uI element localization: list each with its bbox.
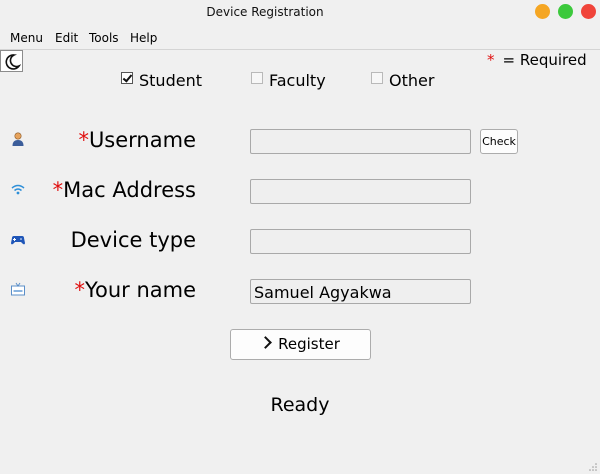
required-note: * = Required: [487, 51, 587, 69]
wifi-icon: [11, 184, 25, 195]
menu-item-tools[interactable]: Tools: [89, 31, 119, 45]
checkbox-box[interactable]: [121, 72, 133, 84]
username-label-text: Username: [88, 128, 196, 152]
required-note-text: = Required: [502, 51, 587, 69]
your-name-input[interactable]: Samuel Agyakwa: [250, 279, 471, 304]
mac-address-label: *Mac Address: [53, 178, 196, 202]
checkbox-label: Faculty: [269, 71, 326, 90]
mac-address-input[interactable]: [250, 179, 471, 204]
check-button[interactable]: Check: [480, 129, 518, 154]
mac-address-label-text: Mac Address: [63, 178, 196, 202]
device-type-input[interactable]: [250, 229, 471, 254]
theme-toggle-button[interactable]: [0, 50, 23, 72]
close-button[interactable]: [581, 4, 596, 19]
gamepad-icon: [11, 236, 25, 245]
checkbox-label: Student: [139, 71, 202, 90]
moon-icon: [5, 54, 21, 70]
window-title: Device Registration: [206, 5, 324, 19]
your-name-label: *Your name: [74, 278, 196, 302]
title-bar: Device Registration: [0, 0, 600, 28]
required-star: *: [74, 278, 85, 302]
resize-grip-icon[interactable]: [588, 462, 598, 472]
checkbox-label: Other: [389, 71, 435, 90]
user-icon: [12, 132, 24, 146]
username-input[interactable]: [250, 129, 471, 154]
menu-item-help[interactable]: Help: [130, 31, 157, 45]
status-text: Ready: [270, 394, 330, 416]
your-name-label-text: Your name: [84, 278, 196, 302]
device-type-label: Device type: [71, 228, 196, 252]
device-type-label-text: Device type: [70, 228, 196, 252]
menu-bar: Menu Edit Tools Help: [0, 29, 600, 50]
menu-item-menu[interactable]: Menu: [10, 31, 43, 45]
chevron-right-icon: [259, 336, 272, 349]
register-button[interactable]: Register: [230, 329, 371, 360]
required-star: *: [78, 128, 89, 152]
required-star: *: [52, 178, 64, 202]
required-star: *: [487, 51, 495, 69]
menu-item-edit[interactable]: Edit: [55, 31, 78, 45]
maximize-button[interactable]: [558, 4, 573, 19]
minimize-button[interactable]: [535, 4, 550, 19]
register-button-label: Register: [278, 335, 340, 353]
checkbox-box[interactable]: [251, 72, 263, 84]
username-label: *Username: [78, 128, 196, 152]
name-badge-icon: [11, 282, 25, 296]
checkbox-box[interactable]: [371, 72, 383, 84]
